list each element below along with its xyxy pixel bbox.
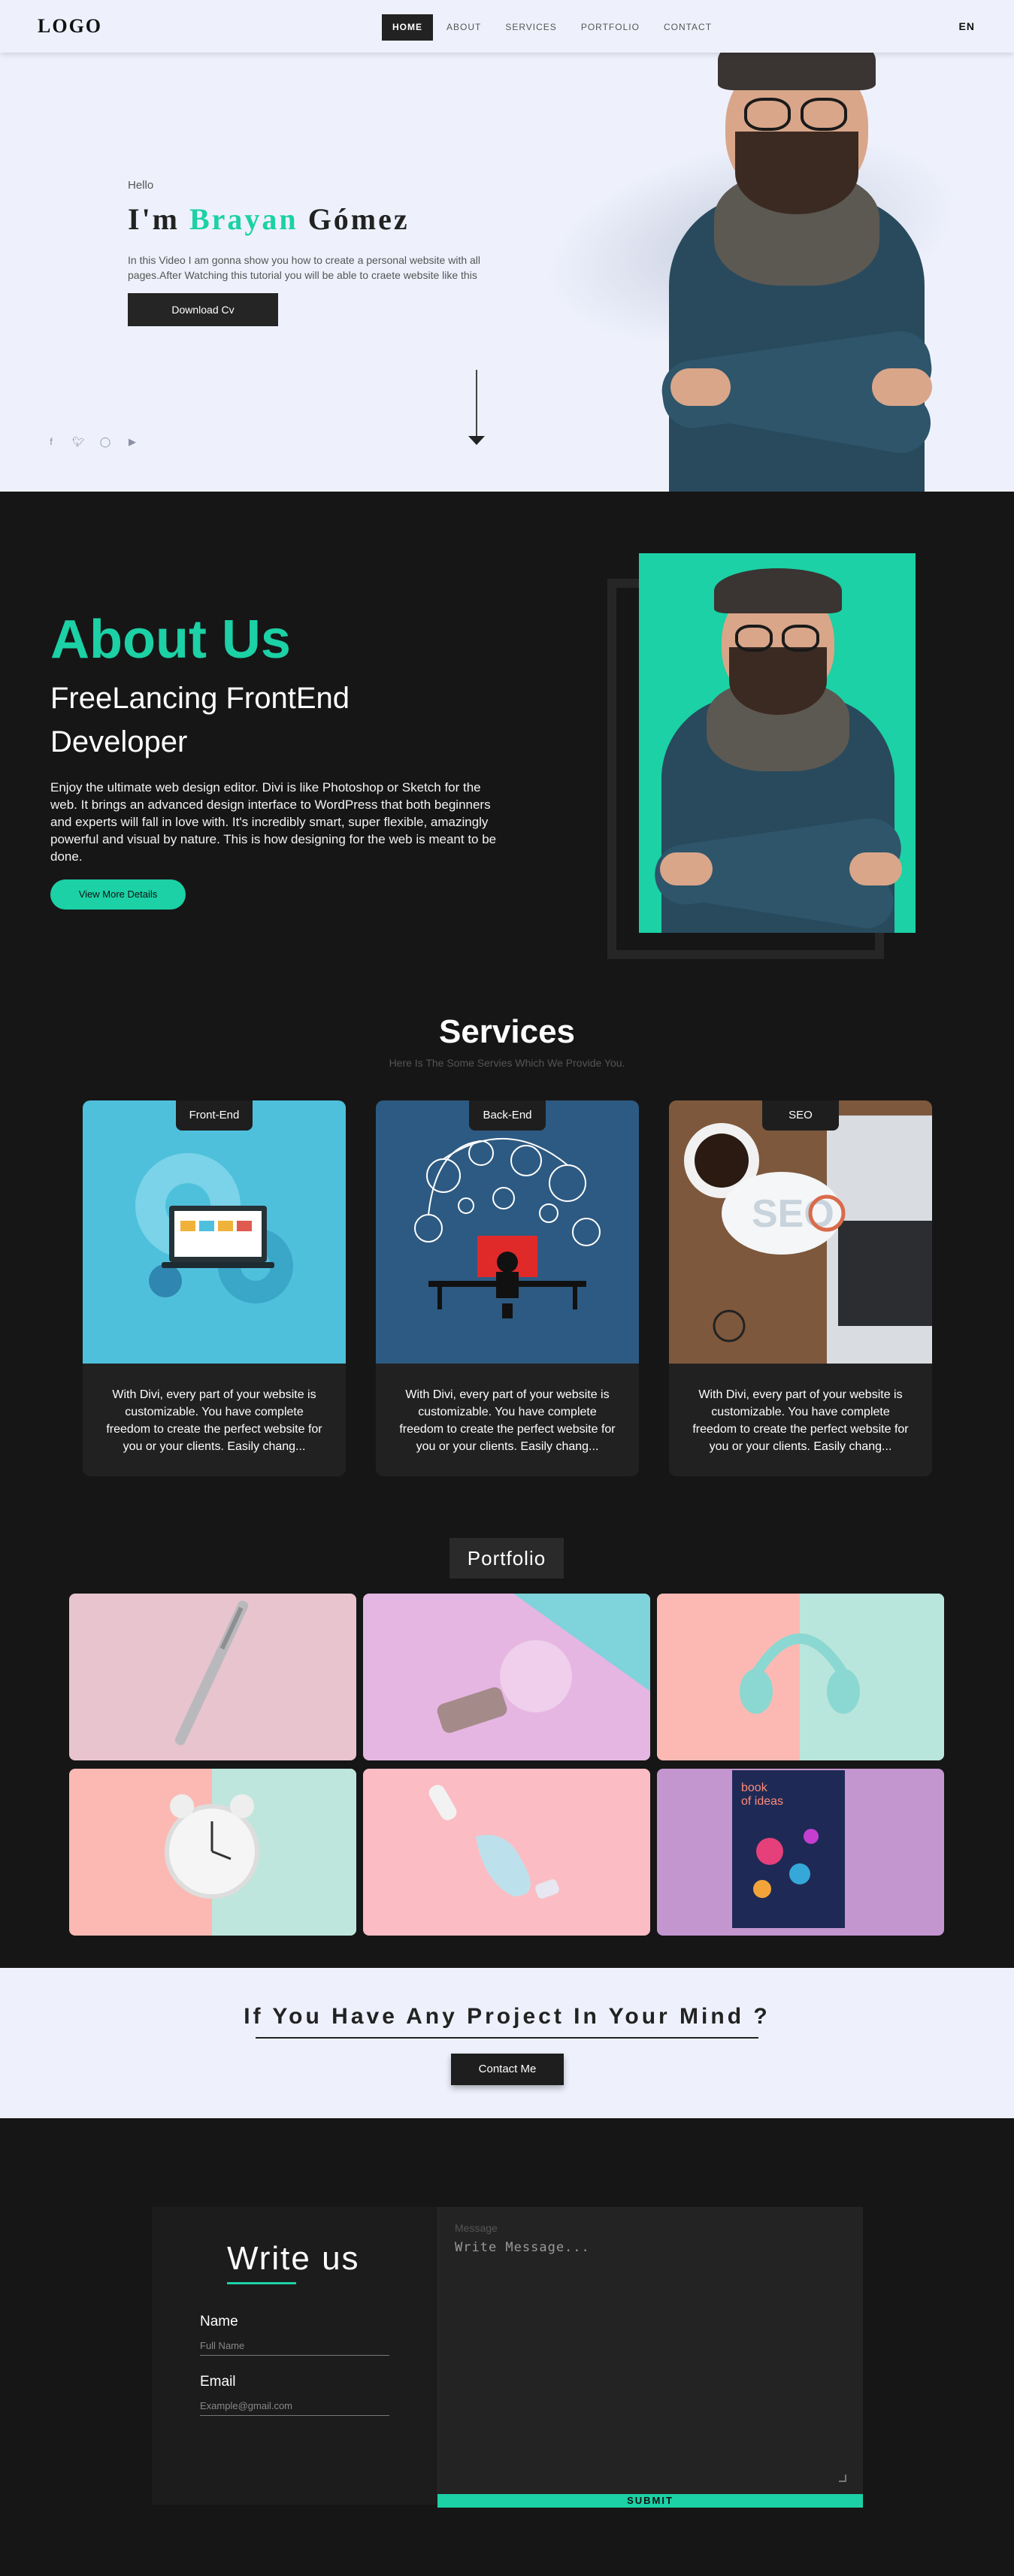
service-card-backend[interactable]: Back-End With Divi, every part of your w… — [376, 1100, 639, 1476]
nav-item-services[interactable]: SERVICES — [495, 14, 567, 41]
social-links: f 🐦︎ ◯ ▶ — [45, 436, 138, 448]
hero-description: In this Video I am gonna show you how to… — [128, 254, 481, 281]
frontend-illustration — [83, 1100, 346, 1364]
nav-item-contact[interactable]: CONTACT — [653, 14, 722, 41]
contact-title: Write us — [227, 2240, 360, 2277]
top-navbar: LOGO HOME ABOUT SERVICES PORTFOLIO CONTA… — [0, 0, 1014, 53]
services-title: Services — [438, 1013, 576, 1050]
nav-item-about[interactable]: ABOUT — [436, 14, 492, 41]
portfolio-item-paint[interactable] — [363, 1769, 650, 1936]
contact-me-button[interactable]: Contact Me — [451, 2054, 564, 2085]
email-input[interactable] — [200, 2396, 389, 2416]
nav-item-home[interactable]: HOME — [382, 14, 433, 41]
cta-section: If You Have Any Project In Your Mind ? C… — [0, 1968, 1014, 2118]
hero-title-prefix: I'm — [128, 202, 180, 236]
message-panel: Message — [437, 2207, 863, 2505]
hero-section: Hello I'm Brayan Gómez In this Video I a… — [0, 53, 1014, 492]
service-card-frontend[interactable]: Front-End With Divi, every part of your … — [83, 1100, 346, 1476]
portfolio-item-bulb[interactable] — [363, 1594, 650, 1760]
message-textarea[interactable] — [455, 2240, 846, 2481]
download-cv-button[interactable]: Download Cv — [128, 293, 278, 326]
service-card-text: With Divi, every part of your website is… — [106, 1388, 322, 1453]
email-label: Email — [200, 2374, 236, 2390]
service-card-tag: SEO — [762, 1100, 839, 1131]
portfolio-title: Portfolio — [449, 1538, 564, 1579]
seo-illustration: SEO — [669, 1100, 932, 1364]
service-card-text: With Divi, every part of your website is… — [692, 1388, 909, 1453]
name-label: Name — [200, 2314, 238, 2329]
service-card-seo[interactable]: SEO SEO With Divi, every part of your we… — [669, 1100, 932, 1476]
about-title: About Us — [50, 610, 291, 670]
portfolio-item-book[interactable]: book of ideas — [657, 1769, 944, 1936]
hero-title-suffix: Gómez — [307, 202, 410, 236]
service-card-tag: Back-End — [469, 1100, 546, 1131]
cta-underline — [256, 2037, 758, 2039]
services-subtitle: Here Is The Some Servies Which We Provid… — [389, 1057, 625, 1069]
about-person-image — [639, 553, 916, 933]
contact-title-underline — [227, 2282, 296, 2284]
cta-title: If You Have Any Project In Your Mind ? — [244, 2004, 770, 2029]
service-card-tag: Front-End — [176, 1100, 253, 1131]
message-label: Message — [455, 2222, 498, 2234]
backend-illustration — [376, 1100, 639, 1364]
nav-item-portfolio[interactable]: PORTFOLIO — [571, 14, 650, 41]
twitter-icon[interactable]: 🐦︎ — [72, 436, 85, 448]
youtube-icon[interactable]: ▶ — [126, 436, 138, 448]
scroll-down-arrow-icon[interactable] — [468, 436, 485, 445]
main-menu: HOME ABOUT SERVICES PORTFOLIO CONTACT — [382, 14, 725, 41]
hero-greeting: Hello — [128, 179, 154, 192]
name-input[interactable] — [200, 2336, 389, 2356]
contact-form: Write us Name Email Message — [152, 2207, 863, 2505]
about-text: Enjoy the ultimate web design editor. Di… — [50, 780, 497, 864]
hero-title: I'm Brayan Gómez — [128, 201, 410, 237]
portfolio-item-pen[interactable] — [69, 1594, 356, 1760]
view-more-button[interactable]: View More Details — [50, 879, 186, 910]
language-selector[interactable]: EN — [959, 20, 975, 32]
submit-button[interactable]: SUBMIT — [437, 2494, 863, 2508]
hero-person-image — [601, 53, 992, 492]
logo[interactable]: LOGO — [38, 15, 102, 38]
facebook-icon[interactable]: f — [45, 436, 57, 448]
hero-title-accent: Brayan — [189, 202, 298, 236]
about-subtitle: FreeLancing FrontEnd Developer — [50, 682, 350, 758]
scroll-indicator-line — [476, 370, 477, 436]
svg-text:book: book — [741, 1781, 768, 1794]
resize-handle-icon[interactable] — [839, 2475, 846, 2482]
service-card-text: With Divi, every part of your website is… — [399, 1388, 616, 1453]
portfolio-item-headphones[interactable] — [657, 1594, 944, 1760]
portfolio-item-clock[interactable] — [69, 1769, 356, 1936]
svg-text:of ideas: of ideas — [741, 1795, 783, 1808]
instagram-icon[interactable]: ◯ — [99, 436, 111, 448]
